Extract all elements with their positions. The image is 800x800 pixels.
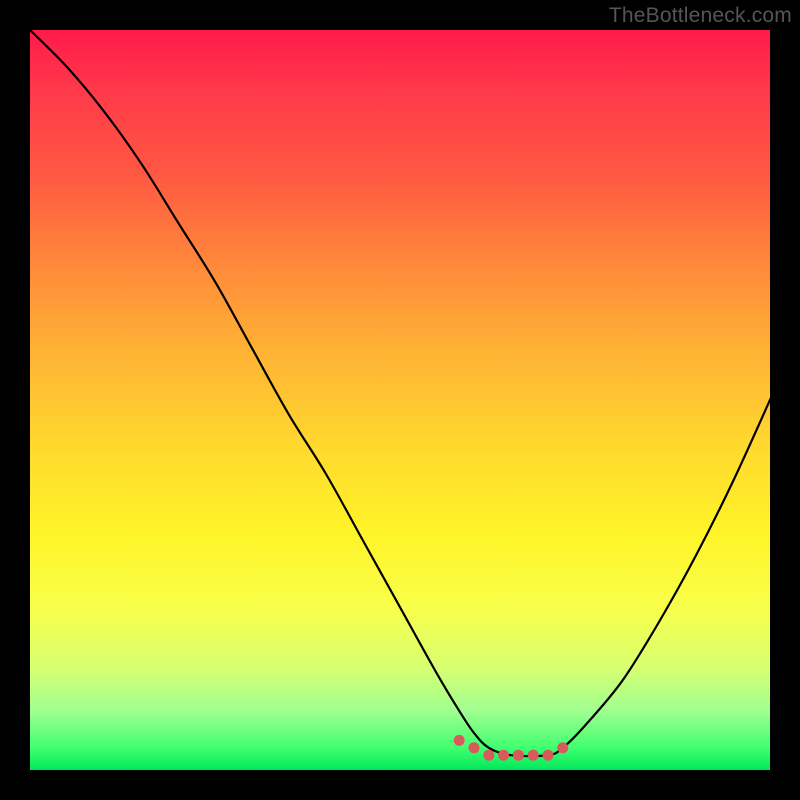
curve-marker-dot: [483, 750, 494, 761]
curve-marker-dot: [528, 750, 539, 761]
curve-marker-dot: [454, 735, 465, 746]
curve-marker-dot: [557, 742, 568, 753]
curve-marker-dot: [498, 750, 509, 761]
curve-marker-dot: [513, 750, 524, 761]
watermark-text: TheBottleneck.com: [609, 4, 792, 28]
curve-marker-group: [454, 735, 569, 761]
curve-marker-dot: [543, 750, 554, 761]
chart-plot-area: [30, 30, 770, 770]
curve-marker-dot: [469, 742, 480, 753]
bottleneck-curve-svg: [30, 30, 770, 770]
curve-path: [30, 30, 770, 756]
